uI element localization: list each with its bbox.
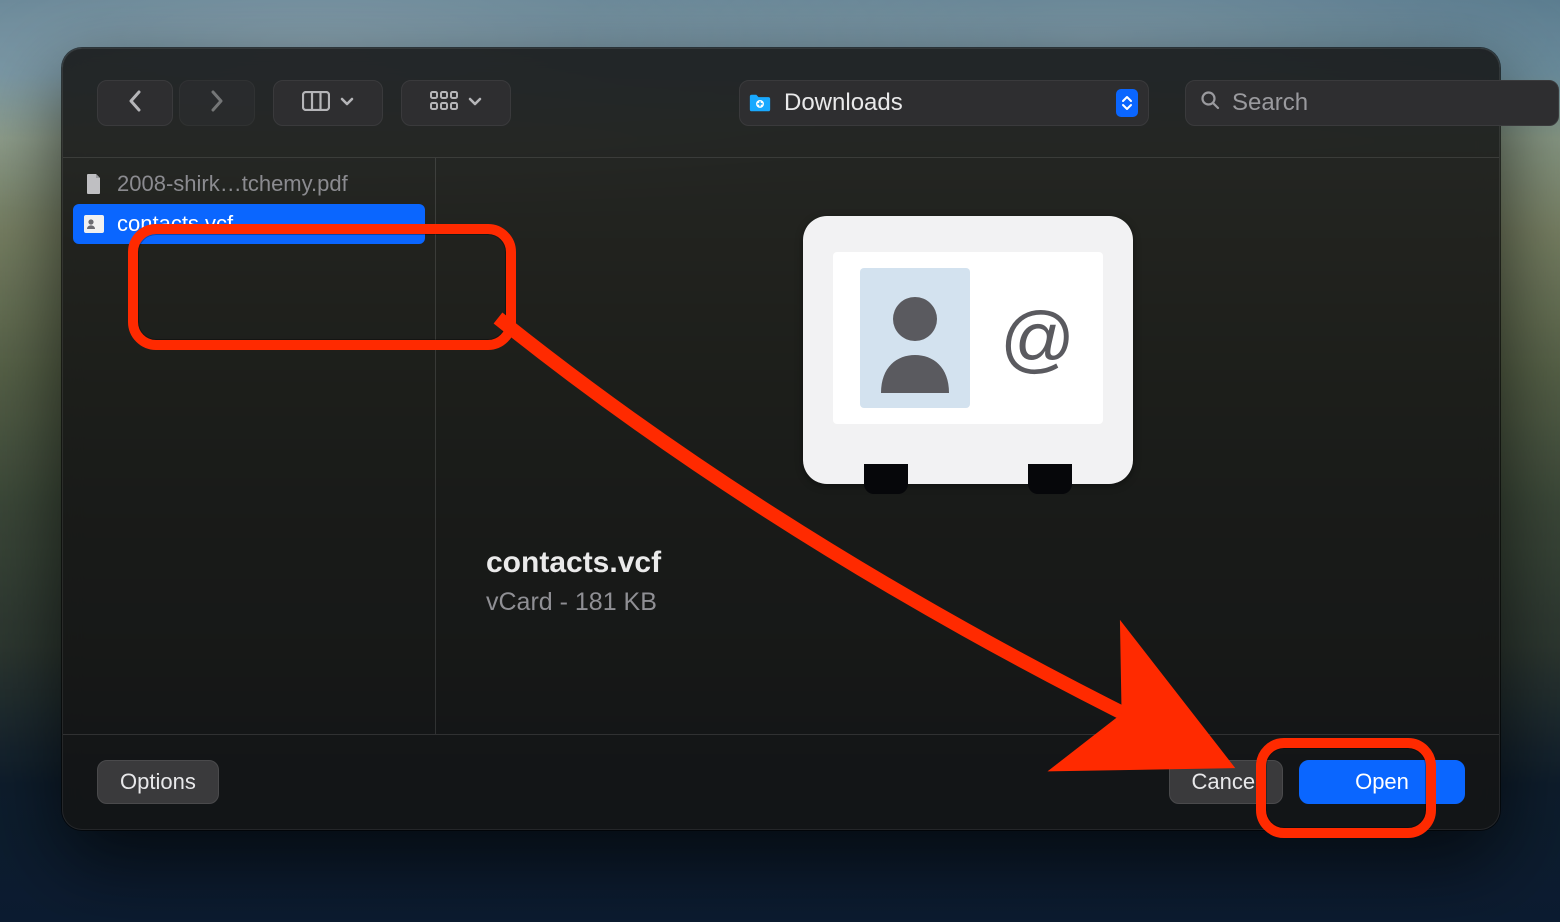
preview-filename: contacts.vcf: [486, 546, 661, 580]
at-sign-icon: @: [1000, 296, 1075, 381]
options-button[interactable]: Options: [97, 760, 219, 804]
open-label: Open: [1355, 769, 1409, 795]
document-icon: [83, 173, 105, 195]
options-label: Options: [120, 769, 196, 795]
contact-avatar-icon: [860, 268, 970, 408]
file-row[interactable]: 2008-shirk…tchemy.pdf: [73, 164, 425, 204]
view-columns-button[interactable]: [273, 80, 383, 126]
nav-back-button[interactable]: [97, 80, 173, 126]
group-by-button[interactable]: [401, 80, 511, 126]
cancel-button[interactable]: Cancel: [1169, 760, 1283, 804]
vcard-icon: [83, 213, 105, 235]
file-row[interactable]: contacts.vcf: [73, 204, 425, 244]
folder-icon: [748, 91, 772, 115]
file-name: contacts.vcf: [117, 211, 233, 237]
preview-thumbnail: @: [803, 216, 1133, 484]
preview-subtitle: vCard - 181 KB: [486, 588, 661, 617]
search-input[interactable]: [1230, 88, 1544, 118]
search-icon: [1200, 89, 1220, 117]
nav-forward-button[interactable]: [179, 80, 255, 126]
chevron-left-icon: [128, 90, 142, 117]
columns-icon: [302, 91, 330, 116]
search-field[interactable]: [1185, 80, 1559, 126]
open-file-dialog: Downloads 2008-shirk…tchemy.pdf: [62, 48, 1500, 830]
file-list[interactable]: 2008-shirk…tchemy.pdf contacts.vcf: [63, 158, 436, 734]
open-button[interactable]: Open: [1299, 760, 1465, 804]
chevron-down-icon: [468, 94, 482, 112]
location-popup[interactable]: Downloads: [739, 80, 1149, 126]
dialog-footer: Options Cancel Open: [63, 734, 1499, 829]
file-name: 2008-shirk…tchemy.pdf: [117, 171, 348, 197]
nav-back-forward: [97, 80, 255, 126]
cancel-label: Cancel: [1192, 769, 1260, 795]
dialog-body: 2008-shirk…tchemy.pdf contacts.vcf @: [63, 158, 1499, 734]
updown-chevron-icon: [1116, 89, 1138, 117]
location-label: Downloads: [784, 89, 1104, 117]
grid-group-icon: [430, 91, 458, 116]
preview-pane: @ contacts.vcf vCard - 181 KB: [436, 158, 1499, 734]
dialog-toolbar: Downloads: [63, 49, 1499, 157]
chevron-right-icon: [210, 90, 224, 117]
preview-meta: contacts.vcf vCard - 181 KB: [486, 546, 661, 617]
chevron-down-icon: [340, 94, 354, 112]
